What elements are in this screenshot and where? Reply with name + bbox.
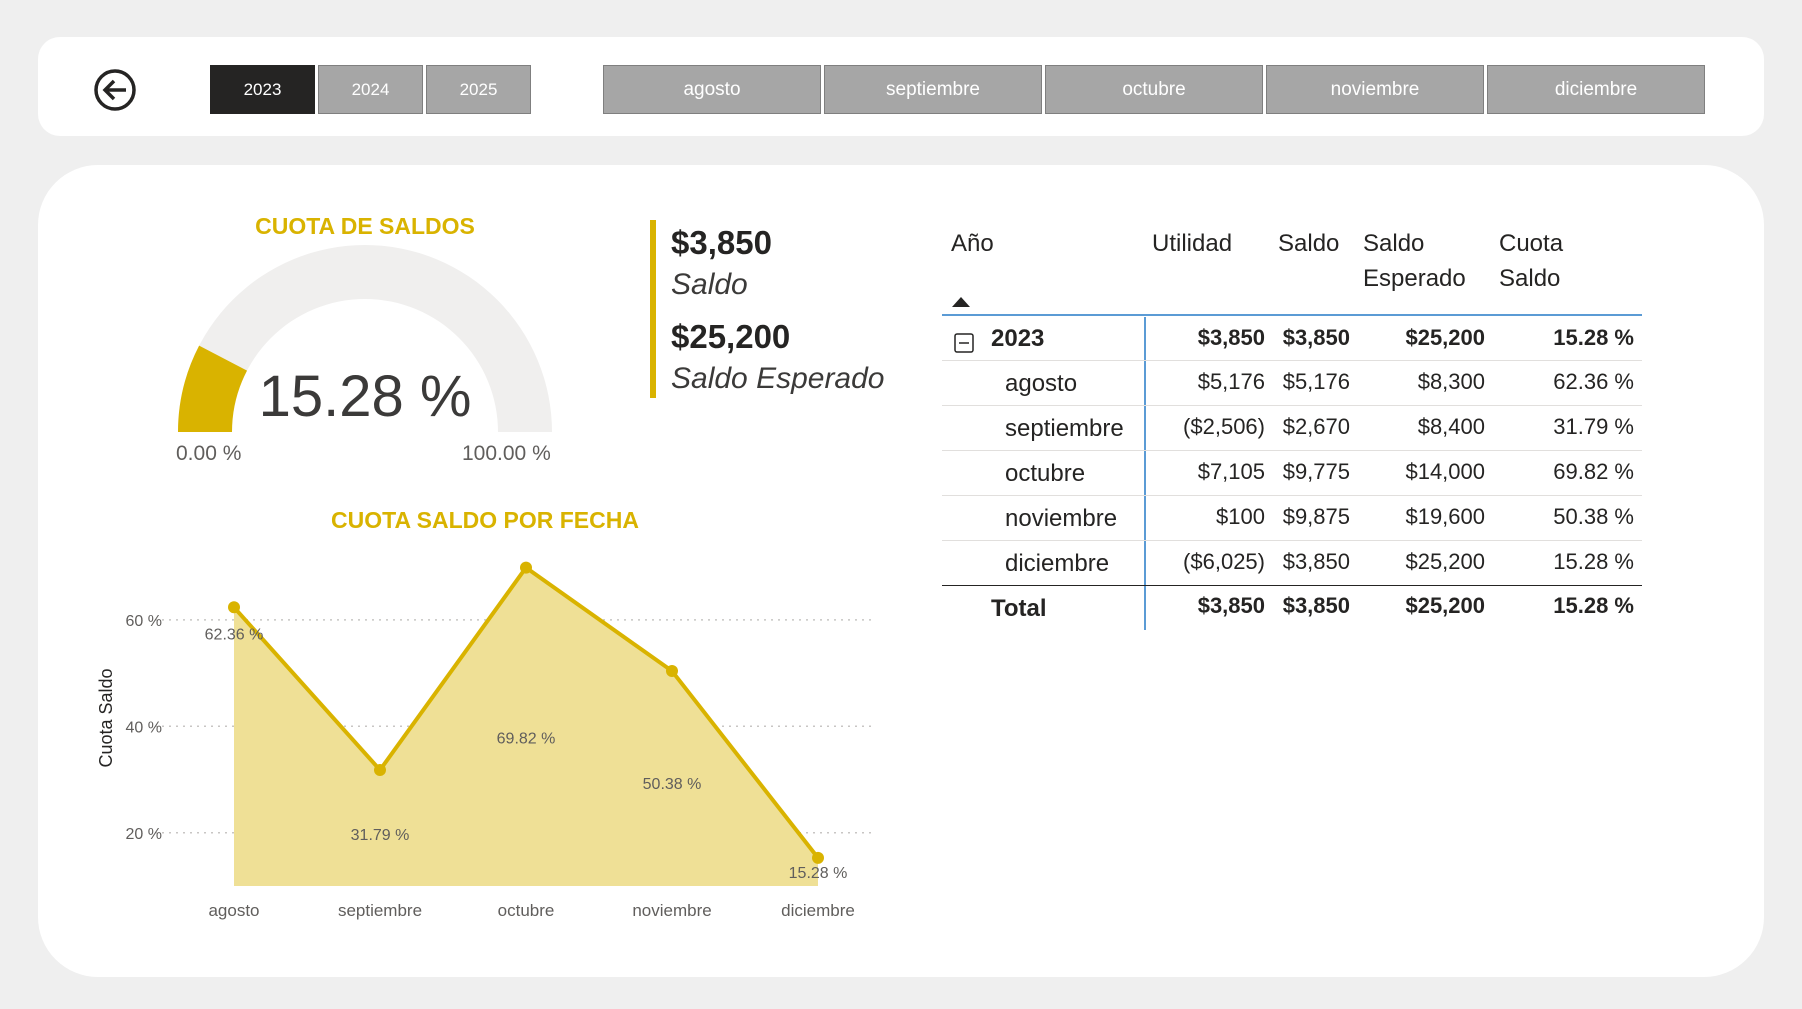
year-row-label: 2023 xyxy=(991,325,1045,352)
cell-cuota: 31.79 % xyxy=(1553,414,1634,439)
total-row-label: Total xyxy=(991,595,1047,622)
cell-utilidad: ($6,025) xyxy=(1183,549,1265,574)
cell-cuota: 62.36 % xyxy=(1553,369,1634,394)
cell-esperado: $19,600 xyxy=(1405,504,1485,529)
data-label: 31.79 % xyxy=(351,827,410,844)
y-axis-title: Cuota Saldo xyxy=(96,668,116,767)
header-saldo-esperado-1[interactable]: Saldo xyxy=(1363,226,1424,261)
cell-saldo: $3,850 xyxy=(1282,549,1350,574)
row-header-divider xyxy=(1144,317,1146,630)
saldo-esperado-value: $25,200 xyxy=(671,318,791,355)
year-row-esperado: $25,200 xyxy=(1405,325,1485,350)
header-cuota-2[interactable]: Saldo xyxy=(1499,261,1560,296)
y-tick-label: 20 % xyxy=(126,826,162,843)
kpi-accent-bar xyxy=(650,220,656,398)
back-arrow-icon[interactable] xyxy=(93,68,137,112)
data-point xyxy=(812,851,824,864)
x-tick-label: noviembre xyxy=(632,901,711,920)
month-button-agosto[interactable]: agosto xyxy=(603,65,821,114)
gauge-value: 15.28 % xyxy=(258,364,472,429)
cell-utilidad: $100 xyxy=(1216,504,1265,529)
data-label: 15.28 % xyxy=(789,865,848,882)
data-point xyxy=(228,601,240,614)
x-tick-label: septiembre xyxy=(338,901,422,920)
row-divider xyxy=(942,360,1642,361)
area-chart[interactable]: 20 % 40 % 60 % 62.36 % 31.79 % 69.82 % 50.38 %… xyxy=(85,530,885,920)
cell-esperado: $8,400 xyxy=(1417,414,1485,439)
year-row-saldo: $3,850 xyxy=(1282,325,1350,350)
month-slicer: agosto septiembre octubre noviembre dici… xyxy=(603,65,1705,114)
row-label-noviembre: noviembre xyxy=(1005,505,1118,532)
data-point xyxy=(666,665,678,678)
collapse-icon[interactable] xyxy=(954,333,974,353)
month-button-noviembre[interactable]: noviembre xyxy=(1266,65,1484,114)
month-button-septiembre[interactable]: septiembre xyxy=(824,65,1042,114)
header-year[interactable]: Año xyxy=(951,226,994,261)
year-button-2025[interactable]: 2025 xyxy=(426,65,531,114)
gauge-max-label: 100.00 % xyxy=(462,442,551,465)
cell-cuota: 69.82 % xyxy=(1553,459,1634,484)
row-divider xyxy=(942,495,1642,496)
cell-cuota: 15.28 % xyxy=(1553,549,1634,574)
cell-utilidad: ($2,506) xyxy=(1183,414,1265,439)
row-label-diciembre: diciembre xyxy=(1005,550,1110,577)
header-utilidad[interactable]: Utilidad xyxy=(1152,226,1232,261)
sort-ascending-icon[interactable] xyxy=(951,296,971,308)
saldo-label: Saldo xyxy=(671,268,748,301)
header-saldo-esperado-2[interactable]: Esperado xyxy=(1363,261,1466,296)
row-divider xyxy=(942,405,1642,406)
cell-esperado: $8,300 xyxy=(1417,369,1485,394)
year-slicer: 2023 2024 2025 xyxy=(210,65,531,114)
data-label: 69.82 % xyxy=(497,731,556,748)
total-utilidad: $3,850 xyxy=(1197,593,1265,618)
y-tick-label: 60 % xyxy=(126,613,162,630)
saldo-value: $3,850 xyxy=(671,224,772,261)
cell-saldo: $2,670 xyxy=(1282,414,1350,439)
year-button-2024[interactable]: 2024 xyxy=(318,65,423,114)
row-divider xyxy=(942,450,1642,451)
data-point xyxy=(374,764,386,777)
x-tick-label: octubre xyxy=(498,901,555,920)
year-row-utilidad: $3,850 xyxy=(1197,325,1265,350)
data-label: 62.36 % xyxy=(205,626,264,643)
header-saldo[interactable]: Saldo xyxy=(1278,226,1339,261)
data-matrix: Año Utilidad Saldo Saldo Esperado Cuota … xyxy=(942,220,1642,640)
gauge-title: CUOTA DE SALDOS xyxy=(255,213,475,239)
y-tick-label: 40 % xyxy=(126,719,162,736)
month-button-diciembre[interactable]: diciembre xyxy=(1487,65,1705,114)
total-saldo: $3,850 xyxy=(1282,593,1350,618)
row-divider xyxy=(942,540,1642,541)
year-row-cuota: 15.28 % xyxy=(1553,325,1634,350)
cell-saldo: $5,176 xyxy=(1282,369,1350,394)
header-divider xyxy=(942,314,1642,316)
month-button-octubre[interactable]: octubre xyxy=(1045,65,1263,114)
cell-cuota: 50.38 % xyxy=(1553,504,1634,529)
cell-esperado: $25,200 xyxy=(1405,549,1485,574)
saldo-esperado-label: Saldo Esperado xyxy=(671,362,885,395)
x-tick-label: agosto xyxy=(208,901,259,920)
data-point xyxy=(520,561,532,574)
gauge-min-label: 0.00 % xyxy=(176,442,242,465)
x-tick-label: diciembre xyxy=(781,901,855,920)
row-label-agosto: agosto xyxy=(1005,370,1078,397)
cell-utilidad: $5,176 xyxy=(1197,369,1265,394)
total-divider xyxy=(942,585,1642,586)
row-label-octubre: octubre xyxy=(1005,460,1086,487)
cell-utilidad: $7,105 xyxy=(1197,459,1265,484)
cell-esperado: $14,000 xyxy=(1405,459,1485,484)
data-label: 50.38 % xyxy=(643,776,702,793)
year-button-2023[interactable]: 2023 xyxy=(210,65,315,114)
header-cuota-1[interactable]: Cuota xyxy=(1499,226,1563,261)
total-esperado: $25,200 xyxy=(1405,593,1485,618)
cell-saldo: $9,875 xyxy=(1282,504,1350,529)
cell-saldo: $9,775 xyxy=(1282,459,1350,484)
row-label-septiembre: septiembre xyxy=(1005,415,1124,442)
total-cuota: 15.28 % xyxy=(1553,593,1634,618)
